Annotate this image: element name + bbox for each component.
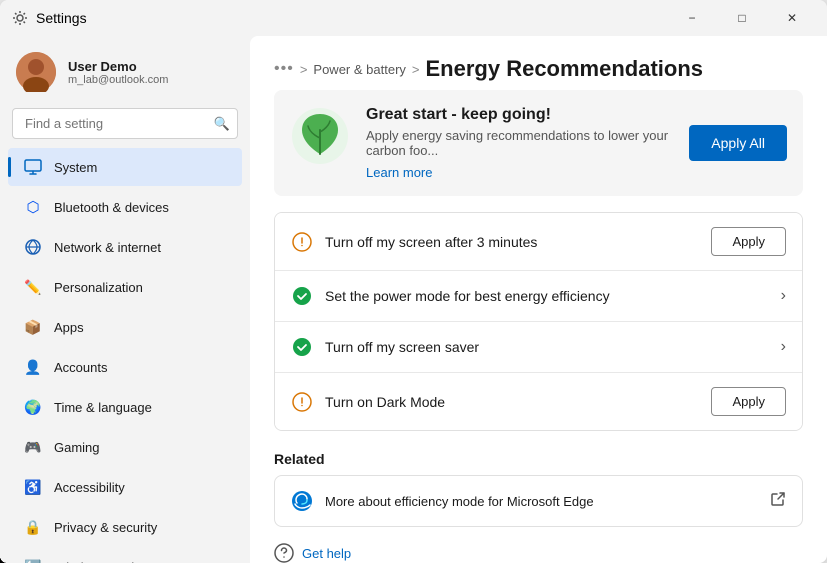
- recommendation-item-screen-off: Turn off my screen after 3 minutes Apply: [275, 213, 802, 271]
- network-icon: [24, 238, 42, 256]
- sidebar-item-apps[interactable]: 📦 Apps: [8, 308, 242, 346]
- rec-action-screen-off: Apply: [711, 227, 786, 256]
- search-box: 🔍: [12, 108, 238, 139]
- user-email: m_lab@outlook.com: [68, 74, 168, 86]
- personalization-icon: ✏️: [24, 278, 42, 296]
- windows-update-icon: 🔄: [24, 558, 42, 563]
- minimize-button[interactable]: −: [669, 3, 715, 33]
- title-bar-left: Settings: [12, 10, 87, 26]
- user-name: User Demo: [68, 59, 168, 74]
- sidebar-item-windows-update[interactable]: 🔄 Windows Update: [8, 548, 242, 563]
- sidebar-item-accessibility-label: Accessibility: [54, 480, 125, 495]
- breadcrumb-sep2: >: [412, 62, 420, 77]
- hero-description: Apply energy saving recommendations to l…: [366, 128, 673, 158]
- sidebar-item-gaming-label: Gaming: [54, 440, 100, 455]
- breadcrumb-sep1: >: [300, 62, 308, 77]
- success-icon-2: [291, 336, 313, 358]
- sidebar-item-network[interactable]: Network & internet: [8, 228, 242, 266]
- rec-action-dark-mode: Apply: [711, 387, 786, 416]
- sidebar-item-time-label: Time & language: [54, 400, 152, 415]
- rec-text-screen-saver: Turn off my screen saver: [325, 339, 769, 355]
- recommendation-item-dark-mode: Turn on Dark Mode Apply: [275, 373, 802, 430]
- rec-action-screen-saver: ›: [781, 338, 786, 356]
- recommendation-list: Turn off my screen after 3 minutes Apply…: [274, 212, 803, 431]
- sidebar-item-privacy-label: Privacy & security: [54, 520, 157, 535]
- rec-text-dark-mode: Turn on Dark Mode: [325, 394, 699, 410]
- get-help-label: Get help: [302, 546, 351, 561]
- sidebar-item-accounts[interactable]: 👤 Accounts: [8, 348, 242, 386]
- user-info: User Demo m_lab@outlook.com: [68, 59, 168, 86]
- sidebar-item-accessibility[interactable]: ♿ Accessibility: [8, 468, 242, 506]
- apps-icon: 📦: [24, 318, 42, 336]
- breadcrumb: ••• > Power & battery > Energy Recommend…: [274, 56, 803, 82]
- sidebar-item-privacy[interactable]: 🔒 Privacy & security: [8, 508, 242, 546]
- title-bar-text: Settings: [36, 10, 87, 26]
- warning-icon-2: [291, 391, 313, 413]
- related-item-edge-text: More about efficiency mode for Microsoft…: [325, 494, 758, 509]
- breadcrumb-current: Energy Recommendations: [426, 56, 704, 82]
- search-icon: 🔍: [214, 116, 230, 132]
- learn-more-link[interactable]: Learn more: [366, 165, 432, 180]
- content-area: User Demo m_lab@outlook.com 🔍: [0, 36, 827, 563]
- settings-window: Settings − □ ✕ User Demo m_l: [0, 0, 827, 563]
- sidebar-item-gaming[interactable]: 🎮 Gaming: [8, 428, 242, 466]
- warning-icon-1: [291, 231, 313, 253]
- related-section: Related More about efficiency mode for M…: [274, 451, 803, 527]
- time-icon: 🌍: [24, 398, 42, 416]
- rec-text-screen-off: Turn off my screen after 3 minutes: [325, 234, 699, 250]
- sidebar-item-personalization-label: Personalization: [54, 280, 143, 295]
- maximize-button[interactable]: □: [719, 3, 765, 33]
- avatar: [16, 52, 56, 92]
- search-input[interactable]: [12, 108, 238, 139]
- rec-text-power-mode: Set the power mode for best energy effic…: [325, 288, 769, 304]
- sidebar-item-system[interactable]: System: [8, 148, 242, 186]
- title-bar-controls: − □ ✕: [669, 3, 815, 33]
- sidebar-item-bluetooth-label: Bluetooth & devices: [54, 200, 169, 215]
- apply-button-dark-mode[interactable]: Apply: [711, 387, 786, 416]
- apply-button-screen-off[interactable]: Apply: [711, 227, 786, 256]
- recommendation-item-power-mode[interactable]: Set the power mode for best energy effic…: [275, 271, 802, 322]
- related-item-edge[interactable]: More about efficiency mode for Microsoft…: [274, 475, 803, 527]
- title-bar: Settings − □ ✕: [0, 0, 827, 36]
- edge-icon: [291, 490, 313, 512]
- get-help-icon: [274, 543, 294, 563]
- accounts-icon: 👤: [24, 358, 42, 376]
- sidebar-item-bluetooth[interactable]: ⬡ Bluetooth & devices: [8, 188, 242, 226]
- main-content: ••• > Power & battery > Energy Recommend…: [250, 36, 827, 563]
- nav-items: System ⬡ Bluetooth & devices Network & i…: [0, 147, 250, 563]
- chevron-right-icon-2[interactable]: ›: [781, 338, 786, 356]
- sidebar: User Demo m_lab@outlook.com 🔍: [0, 36, 250, 563]
- hero-title: Great start - keep going!: [366, 106, 673, 124]
- system-icon: [24, 158, 42, 176]
- recommendation-item-screen-saver[interactable]: Turn off my screen saver ›: [275, 322, 802, 373]
- close-button[interactable]: ✕: [769, 3, 815, 33]
- accessibility-icon: ♿: [24, 478, 42, 496]
- hero-text: Great start - keep going! Apply energy s…: [366, 106, 673, 180]
- sidebar-item-windows-update-label: Windows Update: [54, 560, 152, 563]
- breadcrumb-power-battery[interactable]: Power & battery: [313, 62, 406, 77]
- sidebar-item-apps-label: Apps: [54, 320, 84, 335]
- sidebar-item-personalization[interactable]: ✏️ Personalization: [8, 268, 242, 306]
- settings-app-icon: [12, 10, 28, 26]
- user-section[interactable]: User Demo m_lab@outlook.com: [0, 44, 250, 108]
- privacy-icon: 🔒: [24, 518, 42, 536]
- breadcrumb-dots[interactable]: •••: [274, 60, 294, 78]
- sidebar-item-time[interactable]: 🌍 Time & language: [8, 388, 242, 426]
- chevron-right-icon-1[interactable]: ›: [781, 287, 786, 305]
- sidebar-item-system-label: System: [54, 160, 97, 175]
- active-indicator: [8, 157, 11, 177]
- external-link-icon: [770, 491, 786, 511]
- get-help[interactable]: Get help: [274, 543, 803, 563]
- related-title: Related: [274, 451, 803, 467]
- success-icon-1: [291, 285, 313, 307]
- hero-card: Great start - keep going! Apply energy s…: [274, 90, 803, 196]
- leaf-icon: [290, 106, 350, 166]
- apply-all-button[interactable]: Apply All: [689, 125, 787, 161]
- rec-action-power-mode: ›: [781, 287, 786, 305]
- sidebar-item-accounts-label: Accounts: [54, 360, 107, 375]
- bluetooth-icon: ⬡: [24, 198, 42, 216]
- gaming-icon: 🎮: [24, 438, 42, 456]
- sidebar-item-network-label: Network & internet: [54, 240, 161, 255]
